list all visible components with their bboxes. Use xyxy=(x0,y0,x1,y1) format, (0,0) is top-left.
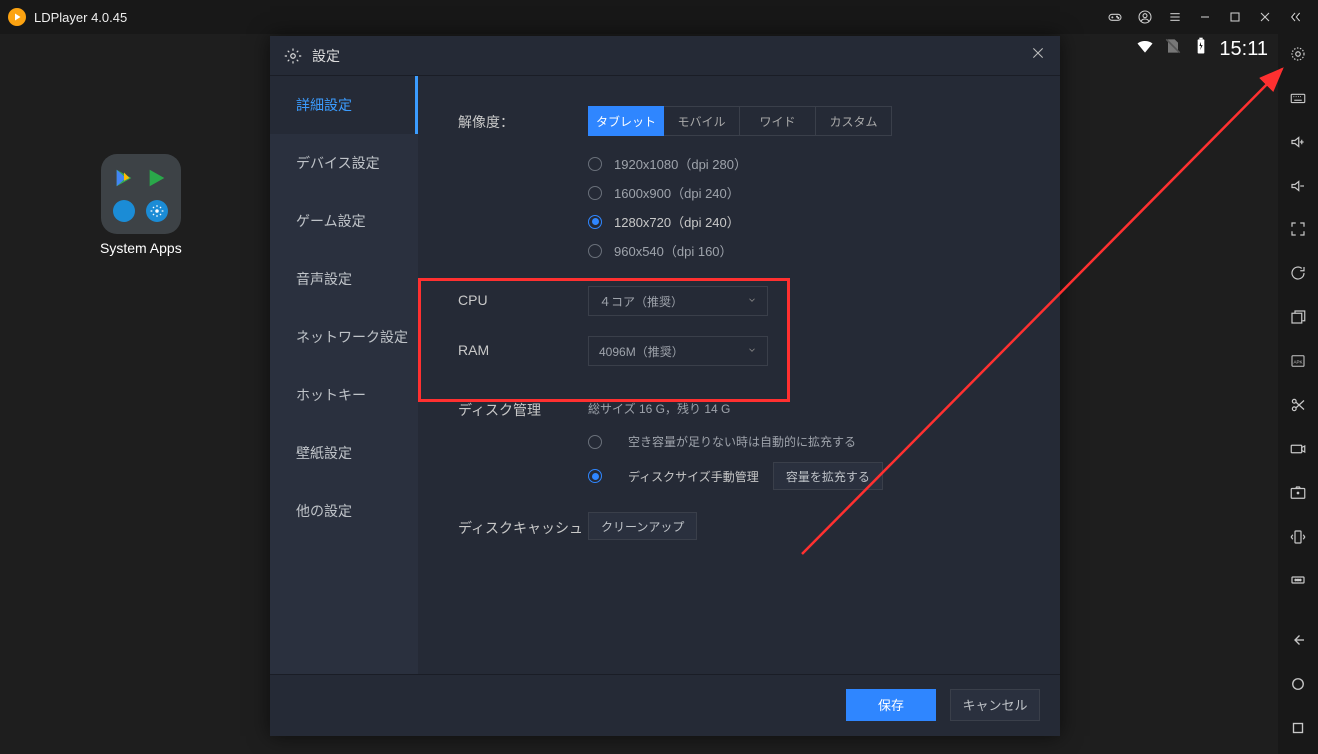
no-sim-icon xyxy=(1163,36,1183,62)
volume-down-icon[interactable] xyxy=(1284,172,1312,200)
save-button[interactable]: 保存 xyxy=(846,689,936,721)
collapse-sidebar-icon[interactable] xyxy=(1280,0,1310,34)
emulator-screen: 15:11 System Apps 設定 詳細設定 デバイス設定 xyxy=(0,34,1278,754)
resolution-960x540[interactable]: 960x540（dpi 160） xyxy=(588,241,892,260)
nav-advanced[interactable]: 詳細設定 xyxy=(270,76,418,134)
cache-label: ディスクキャッシュ xyxy=(458,512,588,538)
disk-status: 総サイズ 16 G，残り 14 G xyxy=(588,394,883,417)
cache-cleanup-button[interactable]: クリーンアップ xyxy=(588,512,697,540)
scissors-icon[interactable] xyxy=(1284,391,1312,419)
fullscreen-icon[interactable] xyxy=(1284,216,1312,244)
back-icon[interactable] xyxy=(1284,626,1312,654)
close-button[interactable] xyxy=(1250,0,1280,34)
nav-wallpaper[interactable]: 壁紙設定 xyxy=(270,424,418,482)
record-video-icon[interactable] xyxy=(1284,435,1312,463)
gear-icon xyxy=(284,47,302,65)
nav-hotkey[interactable]: ホットキー xyxy=(270,366,418,424)
seg-wide[interactable]: ワイド xyxy=(740,106,816,136)
app-label: System Apps xyxy=(100,240,182,256)
wifi-icon xyxy=(1135,36,1155,62)
nav-device[interactable]: デバイス設定 xyxy=(270,134,418,192)
resolution-label: 解像度： xyxy=(458,106,588,132)
settings-content: 解像度： タブレット モバイル ワイド カスタム 1920x1080（dpi 2… xyxy=(418,76,1060,674)
chevron-down-icon xyxy=(747,344,757,358)
seg-mobile[interactable]: モバイル xyxy=(664,106,740,136)
chevron-down-icon xyxy=(747,294,757,308)
resolution-1600x900[interactable]: 1600x900（dpi 240） xyxy=(588,183,892,202)
dialog-close-button[interactable] xyxy=(1030,45,1046,66)
seg-tablet[interactable]: タブレット xyxy=(588,106,664,136)
ram-value: 4096M（推奨） xyxy=(599,343,684,360)
sync-icon[interactable] xyxy=(1284,259,1312,287)
minimize-button[interactable] xyxy=(1190,0,1220,34)
recents-icon[interactable] xyxy=(1284,714,1312,742)
shake-icon[interactable] xyxy=(1284,523,1312,551)
browser-mini-icon xyxy=(113,200,135,222)
home-icon[interactable] xyxy=(1284,670,1312,698)
install-apk-icon[interactable]: APK xyxy=(1284,347,1312,375)
nav-network[interactable]: ネットワーク設定 xyxy=(270,308,418,366)
status-time: 15:11 xyxy=(1219,38,1268,61)
seg-custom[interactable]: カスタム xyxy=(816,106,892,136)
account-icon[interactable] xyxy=(1130,0,1160,34)
volume-up-icon[interactable] xyxy=(1284,128,1312,156)
more-icon[interactable] xyxy=(1284,567,1312,595)
app-title: LDPlayer 4.0.45 xyxy=(34,10,127,25)
cpu-value: ４コア（推奨） xyxy=(599,293,683,310)
system-apps-folder-icon xyxy=(101,154,181,234)
screenshot-icon[interactable] xyxy=(1284,479,1312,507)
nav-audio[interactable]: 音声設定 xyxy=(270,250,418,308)
dialog-title: 設定 xyxy=(312,46,340,66)
settings-mini-icon xyxy=(146,200,168,222)
ram-label: RAM xyxy=(458,336,588,358)
settings-nav: 詳細設定 デバイス設定 ゲーム設定 音声設定 ネットワーク設定 ホットキー 壁紙… xyxy=(270,76,418,674)
cpu-label: CPU xyxy=(458,286,588,308)
settings-dialog: 設定 詳細設定 デバイス設定 ゲーム設定 音声設定 ネットワーク設定 ホットキー… xyxy=(270,36,1060,736)
titlebar: LDPlayer 4.0.45 xyxy=(0,0,1318,34)
right-toolbar: APK xyxy=(1278,34,1318,754)
keyboard-mapping-icon[interactable] xyxy=(1284,84,1312,112)
cancel-button[interactable]: キャンセル xyxy=(950,689,1040,721)
disk-auto-expand[interactable]: 空き容量が足りない時は自動的に拡充する xyxy=(588,433,883,450)
ram-select[interactable]: 4096M（推奨） xyxy=(588,336,768,366)
gamepad-icon[interactable] xyxy=(1100,0,1130,34)
resolution-1920x1080[interactable]: 1920x1080（dpi 280） xyxy=(588,154,892,173)
hamburger-menu-icon[interactable] xyxy=(1160,0,1190,34)
resolution-1280x720[interactable]: 1280x720（dpi 240） xyxy=(588,212,892,231)
maximize-button[interactable] xyxy=(1220,0,1250,34)
nav-game[interactable]: ゲーム設定 xyxy=(270,192,418,250)
resolution-mode-segment: タブレット モバイル ワイド カスタム xyxy=(588,106,892,136)
disk-expand-button[interactable]: 容量を拡充する xyxy=(773,462,883,490)
cpu-select[interactable]: ４コア（推奨） xyxy=(588,286,768,316)
multi-instance-icon[interactable] xyxy=(1284,303,1312,331)
disk-label: ディスク管理 xyxy=(458,394,588,420)
desktop-app-system-apps[interactable]: System Apps xyxy=(100,154,182,256)
toolbar-settings-gear-icon[interactable] xyxy=(1284,40,1312,68)
battery-charging-icon xyxy=(1191,36,1211,62)
svg-text:APK: APK xyxy=(1293,359,1302,364)
nav-other[interactable]: 他の設定 xyxy=(270,482,418,540)
app-logo-icon xyxy=(8,8,26,26)
disk-manual[interactable]: ディスクサイズ手動管理容量を拡充する xyxy=(588,462,883,490)
